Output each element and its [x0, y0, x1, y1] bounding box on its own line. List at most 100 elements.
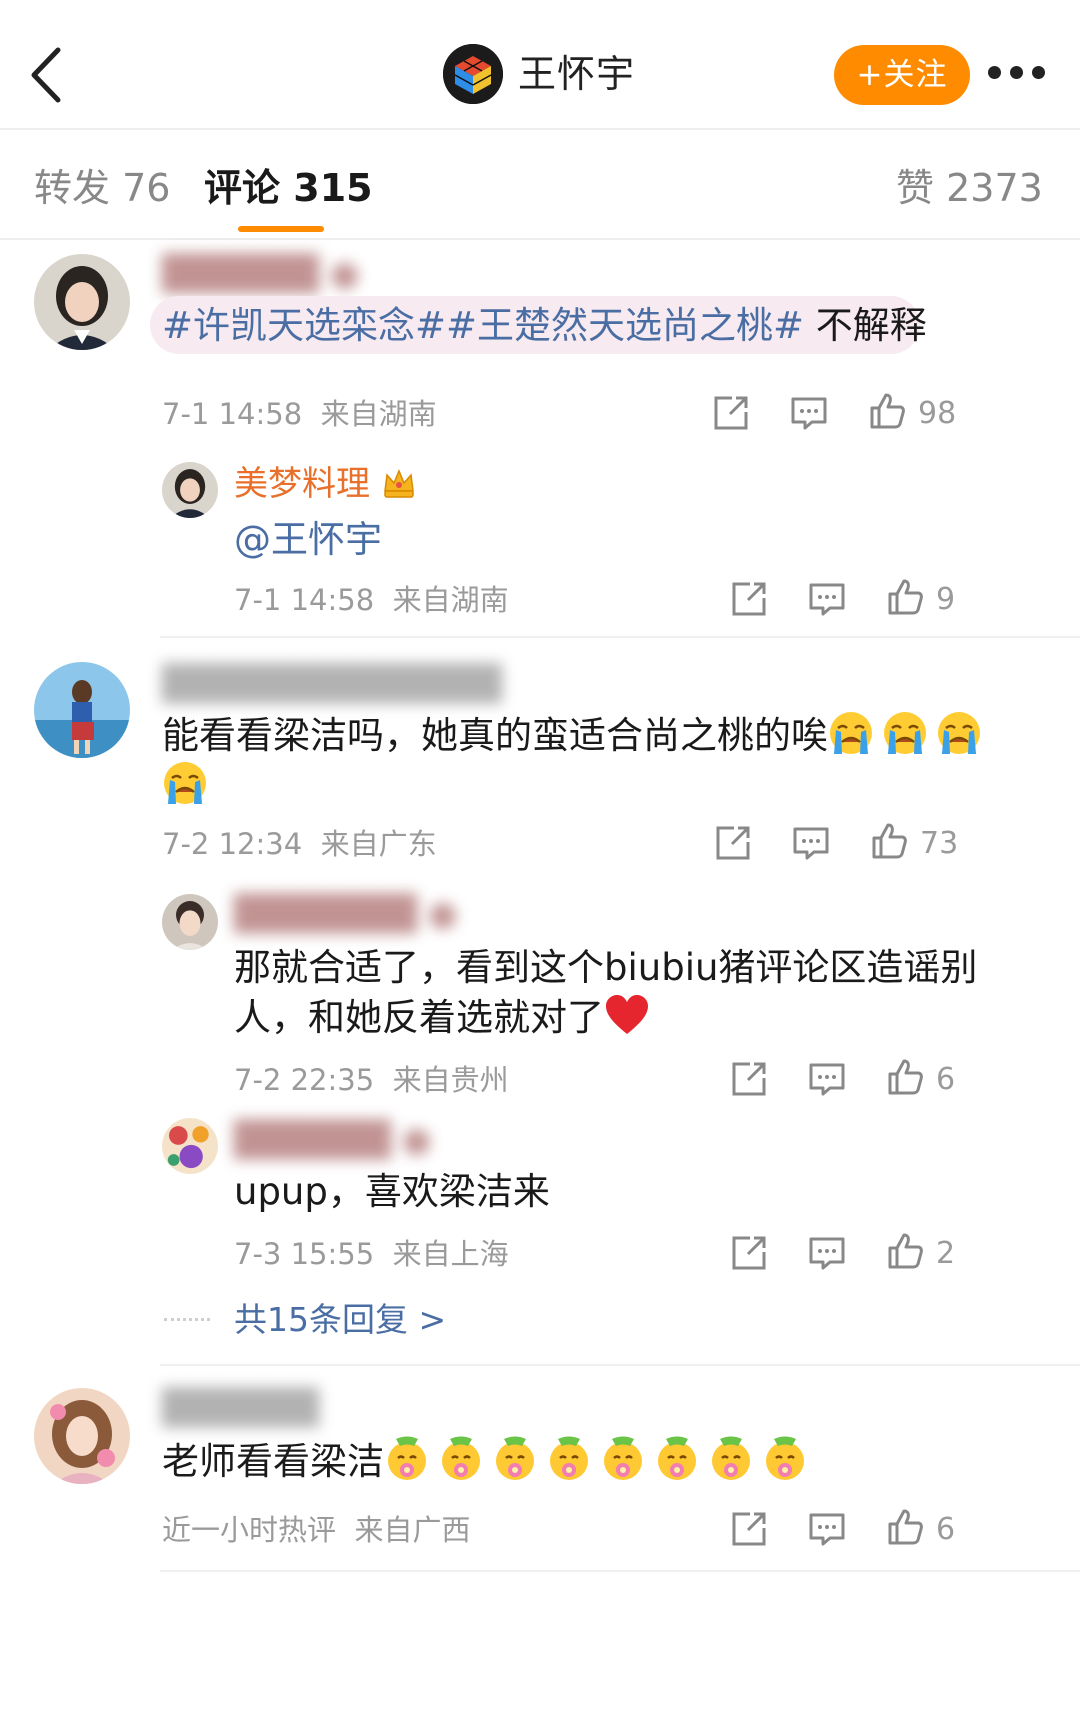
- comment-text-line: 老师看看梁洁: [162, 1440, 384, 1483]
- comment-divider: [160, 636, 1080, 638]
- reply-meta: 7-3 15:55 来自上海: [234, 1234, 509, 1274]
- comment-text-rest: 不解释: [804, 304, 927, 347]
- comment-meta: 近一小时热评 来自广西: [162, 1510, 470, 1550]
- comment-time: 7-1 14:58: [162, 397, 303, 431]
- more-replies-dots: [164, 1318, 210, 1325]
- like-icon[interactable]: [886, 578, 924, 616]
- tab-repost[interactable]: 转发 76: [34, 164, 170, 212]
- comment-time: 近一小时热评: [162, 1513, 337, 1547]
- commenter-avatar[interactable]: [34, 1388, 130, 1484]
- commenter-avatar[interactable]: [34, 254, 130, 350]
- view-all-replies-link[interactable]: 共15条回复 >: [234, 1298, 446, 1342]
- commenter-name-obscured[interactable]: █████████████: [162, 662, 502, 706]
- reply-avatar[interactable]: [162, 894, 218, 950]
- share-icon[interactable]: [712, 394, 750, 432]
- reply-avatar[interactable]: [162, 462, 218, 518]
- flower-emoji-icon: [602, 1436, 644, 1482]
- flower-emoji-icon: [386, 1436, 428, 1482]
- like-count: 98: [918, 396, 957, 431]
- author-name[interactable]: 王怀宇: [518, 46, 635, 102]
- share-icon[interactable]: [730, 1510, 768, 1548]
- reply-username-obscured[interactable]: ██████ ●: [234, 1118, 431, 1162]
- reply-avatar[interactable]: [162, 1118, 218, 1174]
- like-icon[interactable]: [886, 1232, 924, 1270]
- commenter-name-obscured[interactable]: ██████ ●: [162, 252, 359, 296]
- share-icon[interactable]: [730, 580, 768, 618]
- reply-icon[interactable]: [790, 394, 828, 432]
- tab-divider: [0, 238, 1080, 240]
- comment-location: 来自广东: [320, 827, 437, 861]
- flower-emoji-icon: [548, 1436, 590, 1482]
- comment-text: 能看看梁洁吗，她真的蛮适合尚之桃的唉: [162, 708, 990, 764]
- tab-repost-count: 76: [122, 166, 171, 210]
- like-icon[interactable]: [870, 822, 908, 860]
- comment-divider: [160, 1364, 1080, 1366]
- like-count: 73: [920, 826, 959, 861]
- comment-meta: 7-1 14:58 来自湖南: [162, 394, 437, 434]
- commenter-name-obscured[interactable]: ██████: [162, 1386, 319, 1430]
- reply-text: upup，喜欢梁洁来: [234, 1170, 550, 1213]
- back-icon[interactable]: [24, 44, 74, 106]
- tab-comments-label: 评论: [204, 166, 281, 210]
- reply-meta: 7-2 22:35 来自贵州: [234, 1060, 509, 1100]
- like-count: 9: [936, 582, 956, 617]
- comment-location: 来自广西: [354, 1513, 471, 1547]
- flower-emoji-icon: [710, 1436, 752, 1482]
- reply-icon[interactable]: [808, 1060, 846, 1098]
- reply-time: 7-1 14:58: [234, 583, 375, 617]
- like-icon[interactable]: [886, 1508, 924, 1546]
- tab-comments[interactable]: 评论 315: [204, 164, 373, 212]
- tab-comments-count: 315: [293, 166, 373, 210]
- flower-emoji-icon: [494, 1436, 536, 1482]
- reply-time: 7-2 22:35: [234, 1063, 375, 1097]
- crown-badge-icon: [383, 469, 414, 498]
- comment-location: 来自湖南: [320, 397, 437, 431]
- tab-repost-label: 转发: [34, 166, 111, 210]
- reply-text-line1: 那就合适了，看到这个biubiu猪评论区造谣别: [234, 946, 978, 989]
- reply-username-obscured[interactable]: ███████ ●: [234, 892, 458, 936]
- reply-icon[interactable]: [808, 1234, 846, 1272]
- commenter-avatar[interactable]: [34, 662, 130, 758]
- tab-likes[interactable]: 赞 2373: [896, 164, 1043, 212]
- cry-emoji-icon: [828, 710, 874, 756]
- cry-emoji-icon: [882, 710, 928, 756]
- tab-likes-count: 2373: [946, 166, 1043, 210]
- reply-text-line2-text: 人，和她反着选就对了: [234, 996, 604, 1039]
- share-icon[interactable]: [714, 824, 752, 862]
- comment-meta: 7-2 12:34 来自广东: [162, 824, 437, 864]
- cry-emoji-icon: [162, 760, 208, 806]
- comment-text: #许凯天选栾念##王楚然天选尚之桃# 不解释: [162, 298, 927, 354]
- flower-emoji-icon: [440, 1436, 482, 1482]
- hashtag-link[interactable]: #许凯天选栾念##王楚然天选尚之桃#: [162, 304, 804, 347]
- share-icon[interactable]: [730, 1060, 768, 1098]
- active-tab-indicator: [238, 226, 324, 232]
- reply-text-line2: 人，和她反着选就对了: [234, 990, 658, 1046]
- mention-link[interactable]: @王怀宇: [234, 512, 382, 568]
- heart-emoji-icon: [606, 995, 648, 1034]
- comment-time: 7-2 12:34: [162, 827, 303, 861]
- reply-icon[interactable]: [808, 580, 846, 618]
- flower-emoji-icon: [656, 1436, 698, 1482]
- reply-meta: 7-1 14:58 来自湖南: [234, 580, 509, 620]
- reply-location: 来自贵州: [392, 1063, 509, 1097]
- reply-icon[interactable]: [808, 1510, 846, 1548]
- like-icon[interactable]: [886, 1058, 924, 1096]
- reply-location: 来自湖南: [392, 583, 509, 617]
- comment-text-line: 能看看梁洁吗，她真的蛮适合尚之桃的唉: [162, 714, 828, 757]
- follow-button[interactable]: +关注: [834, 45, 970, 105]
- share-icon[interactable]: [730, 1234, 768, 1272]
- comment-text: 老师看看梁洁: [162, 1434, 816, 1490]
- reply-time: 7-3 15:55: [234, 1237, 375, 1271]
- cry-emoji-icon: [936, 710, 982, 756]
- author-avatar[interactable]: [443, 44, 503, 104]
- like-count: 2: [936, 1236, 956, 1271]
- like-icon[interactable]: [868, 392, 906, 430]
- reply-icon[interactable]: [792, 824, 830, 862]
- flower-emoji-icon: [764, 1436, 806, 1482]
- reply-username[interactable]: 美梦料理: [234, 462, 417, 506]
- reply-username-text: 美梦料理: [234, 464, 370, 504]
- comment-text-line2: [162, 758, 216, 814]
- like-count: 6: [936, 1062, 956, 1097]
- comment-divider: [160, 1570, 1080, 1572]
- more-options-icon[interactable]: [988, 66, 1048, 82]
